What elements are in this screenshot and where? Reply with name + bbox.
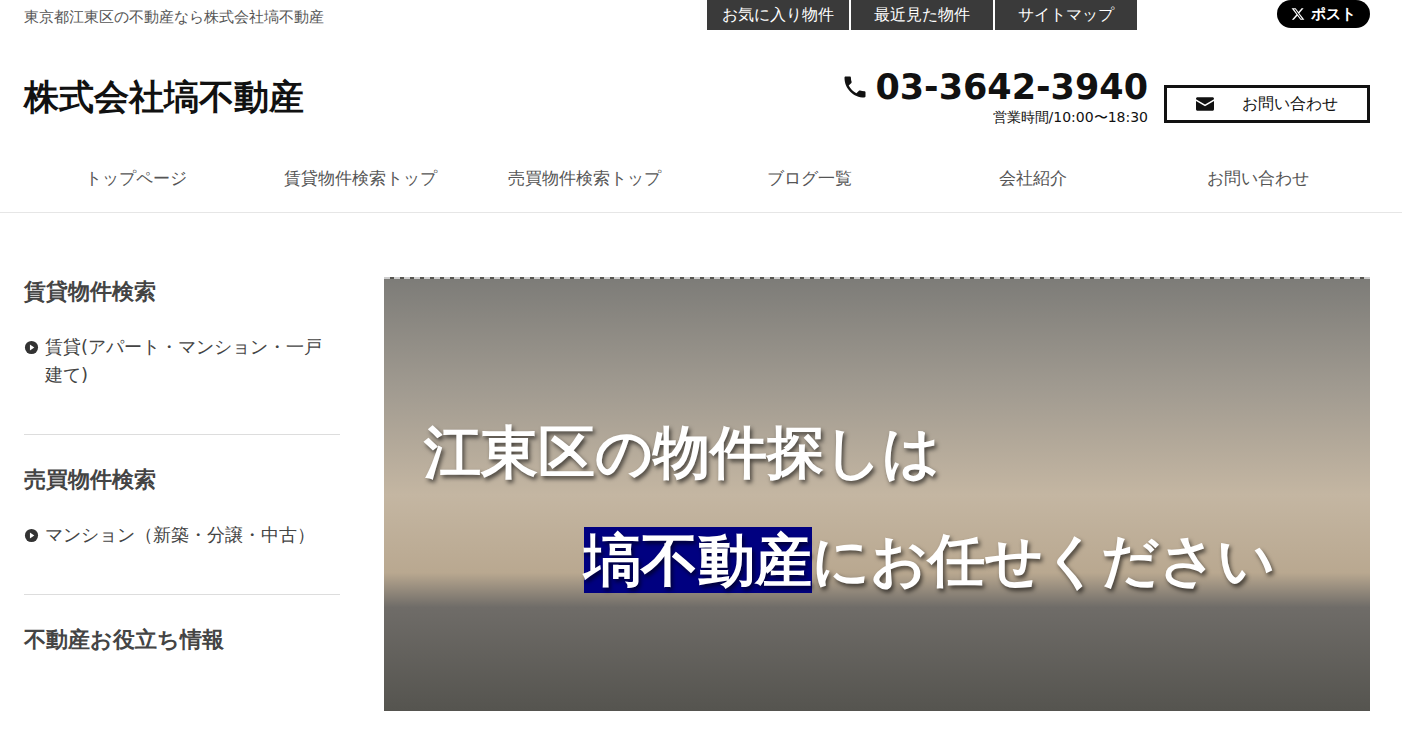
top-link[interactable]: 最近見た物件 [851,0,993,30]
business-hours: 営業時間/10:00〜18:30 [993,109,1148,127]
page: 東京都江東区の不動産なら株式会社塙不動産 お気に入り物件最近見た物件サイトマップ ポ… [0,0,1402,747]
phone-number[interactable]: 03-3642-3940 [841,68,1148,107]
banner-highlight: 塙不動産 [584,527,812,593]
sidebar-item[interactable]: 賃貸(アパート・マンション・一戸建て) [24,333,340,391]
phone-block: 03-3642-3940 営業時間/10:00〜18:30 [841,68,1148,127]
nav-item[interactable]: トップページ [24,167,248,190]
play-circle-icon [24,528,39,543]
sidebar-title: 賃貸物件検索 [24,277,340,307]
banner-line: 江東区の物件探しは [424,415,1362,489]
top-link[interactable]: お気に入り物件 [707,0,849,30]
contact-button[interactable]: お問い合わせ [1164,85,1370,123]
banner-line: 塙不動産にお任せください [584,523,1362,597]
nav-item[interactable]: 会社紹介 [921,167,1145,190]
sidebar-item[interactable]: マンション（新築・分譲・中古） [24,521,340,550]
hero-banner: 江東区の物件探しは塙不動産にお任せください [384,277,1370,711]
company-name[interactable]: 株式会社塙不動産 [24,74,304,121]
nav-item[interactable]: 売買物件検索トップ [473,167,697,190]
top-link[interactable]: サイトマップ [995,0,1137,30]
x-logo-icon [1291,7,1305,21]
sidebar-section: 賃貸物件検索賃貸(アパート・マンション・一戸建て) [24,277,340,436]
play-circle-icon [24,340,39,355]
sidebar-title: 不動産お役立ち情報 [24,625,340,655]
envelope-icon [1196,97,1214,111]
top-bar: 東京都江東区の不動産なら株式会社塙不動産 お気に入り物件最近見た物件サイトマップ ポ… [0,0,1402,32]
sidebar: 賃貸物件検索賃貸(アパート・マンション・一戸建て) 売買物件検索マンション（新築・… [24,277,340,747]
nav-item[interactable]: お問い合わせ [1146,167,1370,190]
tagline: 東京都江東区の不動産なら株式会社塙不動産 [24,0,324,27]
header-contact: 03-3642-3940 営業時間/10:00〜18:30 お問い合わせ [841,68,1370,127]
phone-icon [841,73,869,101]
top-links: お気に入り物件最近見た物件サイトマップ [707,0,1137,30]
main-nav: トップページ賃貸物件検索トップ売買物件検索トップブログ一覧会社紹介お問い合わせ [0,155,1402,213]
sidebar-title: 売買物件検索 [24,465,340,495]
post-label: ポスト [1311,5,1356,24]
header: 株式会社塙不動産 03-3642-3940 営業時間/10:00〜18:30 お問い合… [0,32,1402,155]
nav-item[interactable]: ブログ一覧 [697,167,921,190]
nav-item[interactable]: 賃貸物件検索トップ [248,167,472,190]
sidebar-section: 不動産お役立ち情報 [24,625,340,725]
post-button[interactable]: ポスト [1277,0,1370,28]
sidebar-section: 売買物件検索マンション（新築・分譲・中古） [24,465,340,595]
main: 賃貸物件検索賃貸(アパート・マンション・一戸建て) 売買物件検索マンション（新築・… [0,213,1402,747]
